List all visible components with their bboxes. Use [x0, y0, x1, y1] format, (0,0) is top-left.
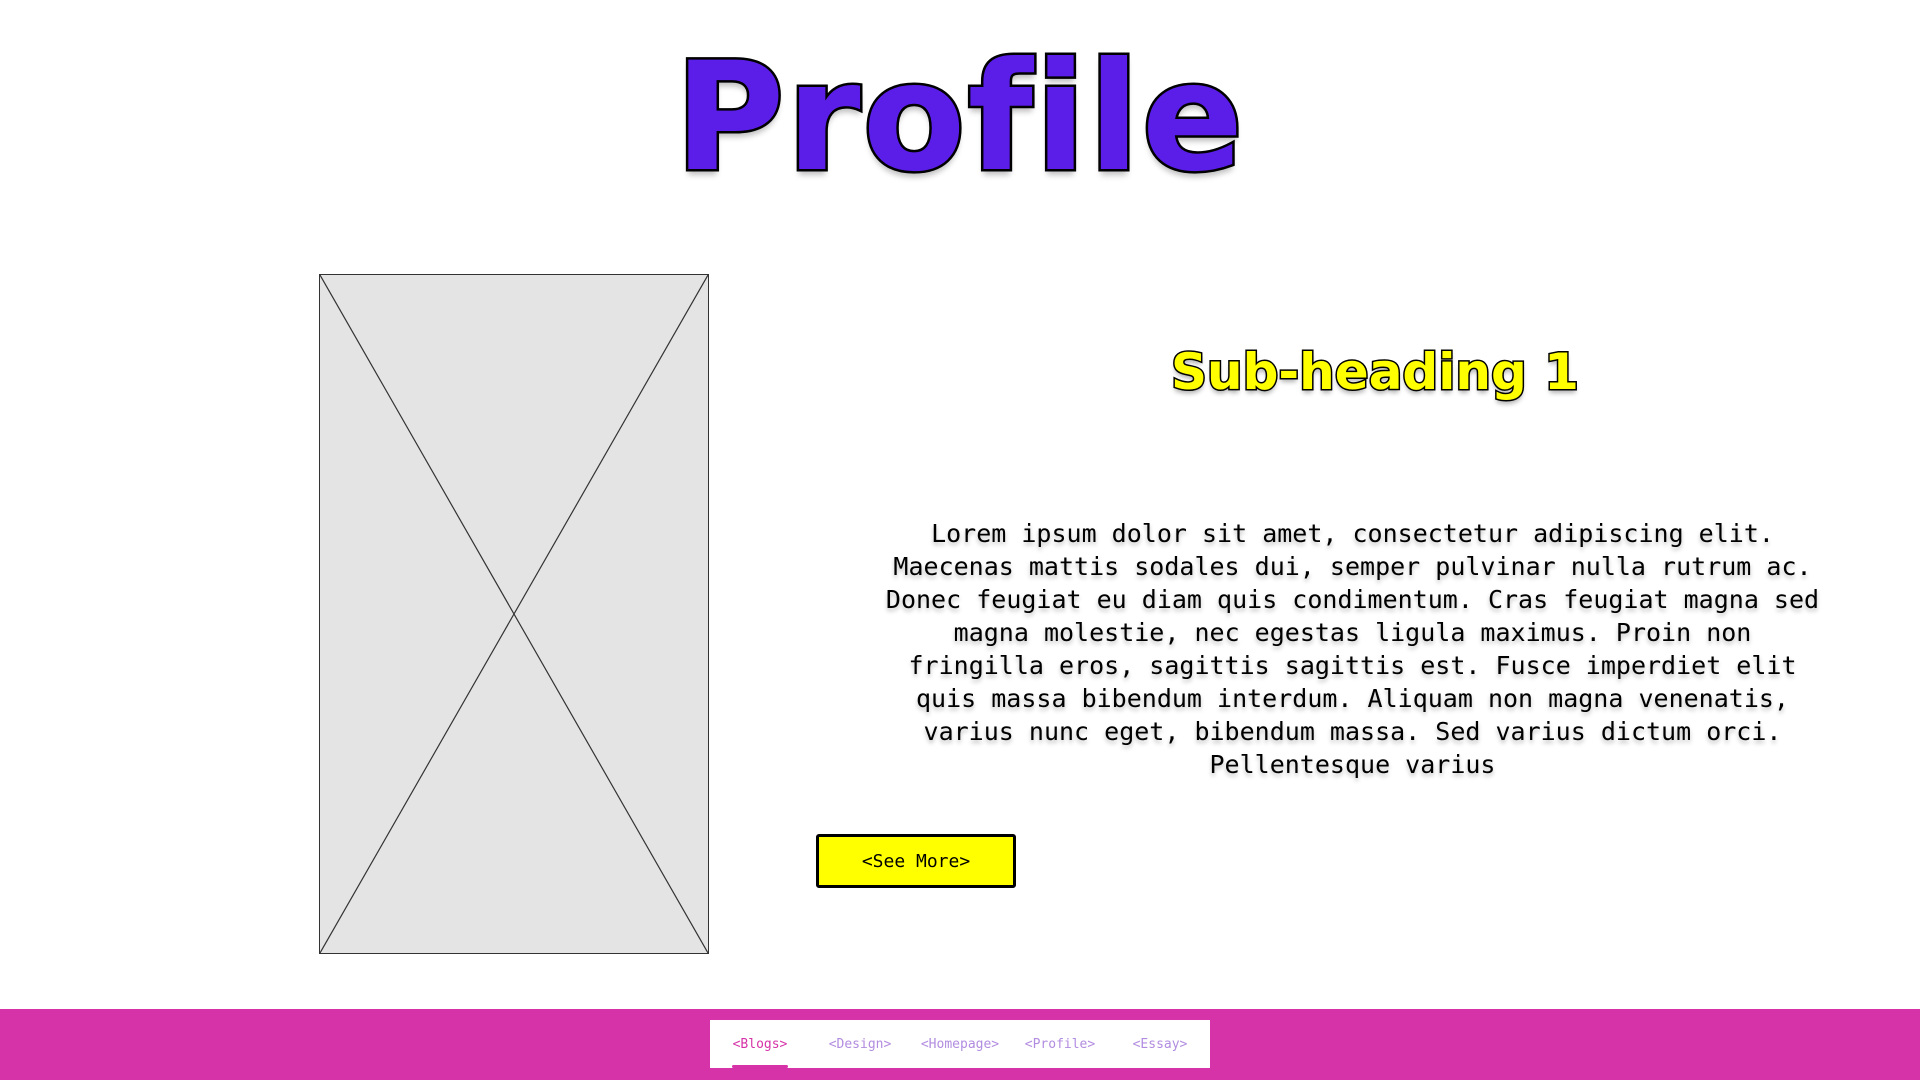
nav-item-label: <Design> [828, 1036, 892, 1052]
nav-item-label: <Homepage> [920, 1036, 1000, 1052]
nav-item-label: <Blogs> [732, 1036, 788, 1052]
see-more-button[interactable]: <See More> [816, 834, 1016, 888]
nav-item-label: <Profile> [1024, 1036, 1096, 1052]
nav-item-blogs[interactable]: <Blogs> [710, 1020, 810, 1068]
nav-item-essay[interactable]: <Essay> [1110, 1020, 1210, 1068]
image-placeholder [319, 274, 709, 954]
nav-item-homepage[interactable]: <Homepage> [910, 1020, 1010, 1068]
page-title: Profile [672, 31, 1246, 205]
nav-item-profile[interactable]: <Profile> [1010, 1020, 1110, 1068]
image-placeholder-cross-icon [320, 275, 708, 953]
page: Profile Sub-heading 1 Lorem ipsum dolor … [0, 0, 1920, 1080]
sub-heading: Sub-heading 1 [1170, 342, 1581, 403]
nav-item-design[interactable]: <Design> [810, 1020, 910, 1068]
body-paragraph: Lorem ipsum dolor sit amet, consectetur … [885, 519, 1820, 779]
nav-item-label: <Essay> [1132, 1036, 1188, 1052]
active-tab-indicator [732, 1065, 788, 1068]
bottom-nav: <Blogs> <Design> <Homepage> <Profile> <E… [710, 1020, 1210, 1068]
